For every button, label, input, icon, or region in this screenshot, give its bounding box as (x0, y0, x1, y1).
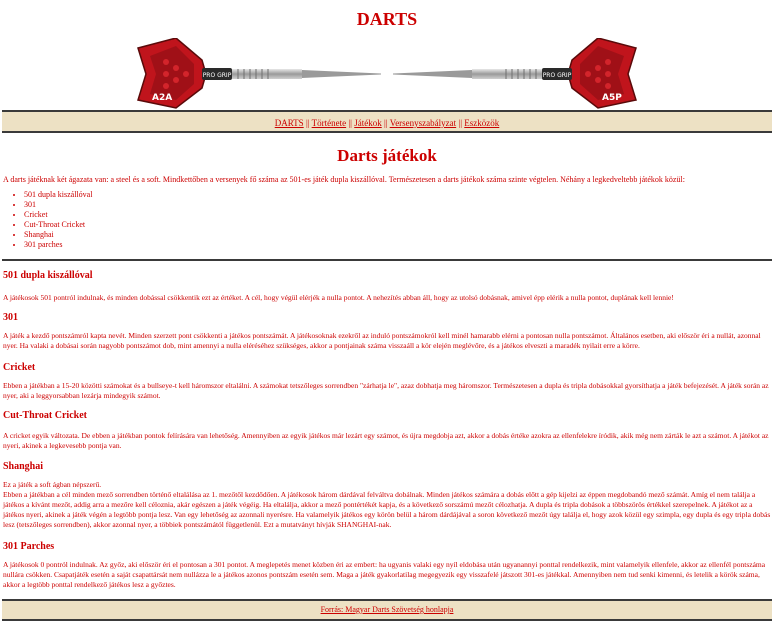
list-item: 301 (24, 200, 92, 210)
darts-banner-image: PRO GRIP A2A PRO GRIP A5P (137, 38, 637, 109)
games-list: 501 dupla kiszállóval 301 Cricket Cut-Th… (14, 190, 92, 250)
list-item: Cut-Throat Cricket (24, 220, 92, 230)
section-title: Cut-Throat Cricket (3, 410, 87, 421)
site-title: DARTS (356, 9, 418, 29)
left-barrel-text: PRO GRIP (203, 72, 232, 79)
nav-link-versenyszabalyzat[interactable]: Versenyszabályzat (390, 118, 456, 128)
footer-bar: Forrás: Magyar Darts Szövetség honlapja (2, 599, 772, 621)
section-text: A cricket egyik változata. De ebben a já… (3, 431, 769, 450)
right-flight-text: A5P (602, 93, 622, 103)
list-item: 301 parches (24, 240, 92, 250)
darts-banner: PRO GRIP A2A PRO GRIP A5P (0, 38, 774, 110)
section-title: 501 dupla kiszállóval (3, 270, 93, 281)
list-item: Shanghai (24, 230, 92, 240)
section-text: Ebben a játékban a 15-20 közötti számoka… (3, 381, 769, 400)
nav-separator: || (383, 118, 388, 128)
list-item: 501 dupla kiszállóval (24, 190, 92, 200)
section-title: Shanghai (3, 461, 44, 472)
right-dart: PRO GRIP A5P (393, 38, 637, 109)
section-title: 301 Parches (3, 541, 55, 552)
main-nav: DARTS || Története || Játékok || Verseny… (2, 110, 772, 133)
right-barrel-text: PRO GRIP (543, 72, 572, 79)
source-link[interactable]: Forrás: Magyar Darts Szövetség honlapja (321, 605, 454, 614)
nav-separator: || (305, 118, 310, 128)
section-text: A játékosok 501 pontról indulnak, és min… (3, 293, 674, 302)
nav-separator: || (458, 118, 463, 128)
nav-link-tortenete[interactable]: Története (312, 118, 346, 128)
list-item: Cricket (24, 210, 92, 220)
intro-text: A darts játéknak két ágazata van: a stee… (3, 175, 685, 184)
section-text: Ez a játék a soft ágban népszerű. Ebben … (3, 480, 771, 529)
left-flight-text: A2A (152, 93, 172, 103)
page-title: Darts játékok (337, 146, 437, 165)
section-title: 301 (3, 312, 18, 323)
section-title: Cricket (3, 362, 36, 373)
left-dart: PRO GRIP A2A (137, 38, 381, 109)
section-text: A játékosok 0 pontról indulnak. Az győz,… (3, 560, 766, 589)
divider (2, 259, 772, 261)
nav-link-eszkozok[interactable]: Eszközök (464, 118, 499, 128)
section-text: A játék a kezdő pontszámról kapta nevét.… (3, 331, 761, 350)
nav-link-jatekok[interactable]: Játékok (354, 118, 382, 128)
nav-link-darts[interactable]: DARTS (275, 118, 304, 128)
nav-separator: || (348, 118, 352, 128)
